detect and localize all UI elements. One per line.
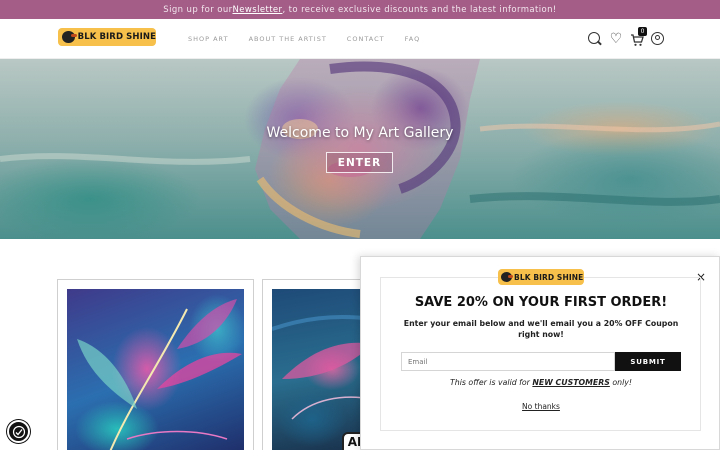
offer-suffix: only! bbox=[609, 378, 632, 387]
search-icon[interactable] bbox=[588, 32, 602, 46]
hero-banner: Welcome to My Art Gallery ENTER bbox=[0, 59, 720, 239]
announcement-suffix: , to receive exclusive discounts and the… bbox=[282, 4, 557, 15]
popup-subtext: Enter your email below and we'll email y… bbox=[403, 319, 679, 339]
nav-item-about-the-artist[interactable]: ABOUT THE ARTIST bbox=[249, 35, 327, 43]
nav-item-contact[interactable]: CONTACT bbox=[347, 35, 385, 43]
offer-note: This offer is valid for NEW CUSTOMERS on… bbox=[361, 378, 720, 387]
offer-prefix: This offer is valid for bbox=[450, 378, 533, 387]
heart-icon[interactable]: ♡ bbox=[609, 32, 623, 46]
popup-logo: BLK BIRD SHINE bbox=[498, 269, 584, 285]
product-image[interactable]: AR bbox=[272, 289, 373, 450]
product-card[interactable] bbox=[57, 279, 254, 450]
popup-heading: SAVE 20% ON YOUR FIRST ORDER! bbox=[414, 295, 668, 310]
popup-logo-text: BLK BIRD SHINE bbox=[514, 272, 584, 282]
bird-logo-icon bbox=[62, 31, 77, 43]
header-icons: ♡ 0 bbox=[588, 27, 665, 49]
offer-highlight: NEW CUSTOMERS bbox=[532, 378, 610, 387]
hero-title: Welcome to My Art Gallery bbox=[266, 125, 454, 141]
site-logo[interactable]: BLK BIRD SHINE bbox=[58, 28, 156, 46]
announcement-bar: Sign up for our Newsletter , to receive … bbox=[0, 0, 720, 19]
announcement-prefix: Sign up for our bbox=[163, 4, 233, 15]
newsletter-link[interactable]: Newsletter bbox=[233, 5, 283, 15]
user-account-icon[interactable] bbox=[651, 32, 665, 46]
submit-button[interactable]: SUBMIT bbox=[615, 352, 681, 371]
hero-artwork bbox=[0, 59, 720, 239]
product-card[interactable]: AR bbox=[262, 279, 373, 450]
cart-count-badge: 0 bbox=[638, 27, 647, 36]
main-nav: SHOP ART ABOUT THE ARTIST CONTACT FAQ bbox=[188, 19, 420, 59]
site-header: BLK BIRD SHINE SHOP ART ABOUT THE ARTIST… bbox=[0, 19, 720, 59]
logo-text: BLK BIRD SHINE bbox=[77, 32, 156, 42]
enter-button[interactable]: ENTER bbox=[326, 152, 393, 173]
nav-item-faq[interactable]: FAQ bbox=[405, 35, 421, 43]
email-input[interactable] bbox=[401, 352, 615, 371]
discount-popup: × BLK BIRD SHINE SAVE 20% ON YOUR FIRST … bbox=[360, 256, 720, 450]
nav-item-shop-art[interactable]: SHOP ART bbox=[188, 35, 229, 43]
cart-icon[interactable]: 0 bbox=[630, 27, 647, 46]
no-thanks-link[interactable]: No thanks bbox=[361, 402, 720, 411]
bird-logo-icon bbox=[501, 272, 513, 282]
accessibility-icon[interactable] bbox=[7, 420, 30, 443]
product-image[interactable] bbox=[67, 289, 244, 450]
